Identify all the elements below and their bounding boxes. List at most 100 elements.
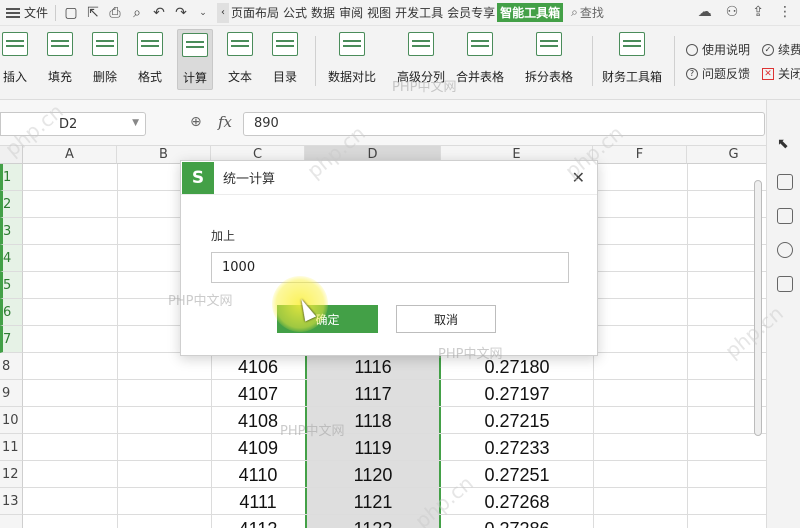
zoom-icon[interactable]: ⊕ [190,114,202,130]
cell-d[interactable]: 1116 [305,357,441,378]
renew-link[interactable]: 续费 [778,38,800,62]
filter-icon[interactable] [777,208,793,224]
split-table-icon [536,32,562,56]
grid-line [23,487,766,488]
menu-bar: 文件 ▢ ⇱ ⎙ ⌕ ↶ ↷ ⌄ ‹ 页面布局 公式 数据 审阅 视图 开发工具… [0,0,800,26]
row-header[interactable]: 1 [0,164,23,191]
merge-table-icon [467,32,493,56]
fill-button[interactable]: 填充 [47,32,73,85]
export-icon[interactable]: ⇱ [85,5,101,21]
print-preview-icon[interactable]: ⌕ [129,5,145,21]
format-icon [137,32,163,56]
cell-e[interactable]: 0.27215 [441,411,593,432]
close-icon: ✕ [762,68,775,80]
cell-c[interactable]: 4111 [211,492,305,513]
tab-smart-toolbox[interactable]: 智能工具箱 [497,3,564,22]
grid-line [23,460,766,461]
row-header[interactable]: 7 [0,326,23,353]
data-compare-icon [339,32,365,56]
cell-c[interactable]: 4107 [211,384,305,405]
text-button[interactable]: 文本 [227,32,253,85]
cell-e[interactable]: 0.27286 [441,519,593,528]
toc-icon [272,32,298,56]
watermark: PHP中文网 [280,424,345,439]
cell-d[interactable]: 1117 [305,384,441,405]
row-header[interactable]: 10 [0,407,23,434]
divider [315,36,316,86]
tab-data[interactable]: 数据 [309,4,337,21]
format-button[interactable]: 格式 [137,32,163,85]
help-icon[interactable] [777,242,793,258]
operation-label: 加上 [211,229,236,243]
redo-icon[interactable]: ↷ [173,5,189,21]
toc-button[interactable]: 目录 [272,32,298,85]
column-header-a[interactable]: A [23,146,117,164]
cell-d[interactable]: 1120 [305,465,441,486]
grid-line [117,164,118,528]
calculate-button[interactable]: 计算 [177,29,213,90]
tab-formulas[interactable]: 公式 [281,4,309,21]
row-header[interactable]: 12 [0,461,23,488]
row-header[interactable] [0,515,23,528]
value-input[interactable]: 1000 [211,252,569,283]
tab-scroll-left-icon[interactable]: ‹ [217,2,230,23]
settings-sliders-icon[interactable] [777,174,793,190]
row-header[interactable]: 3 [0,218,23,245]
finance-toolbox-button[interactable]: 财务工具箱 [602,32,662,85]
search-box[interactable]: ⌕ 查找 [571,3,631,23]
tab-page-layout[interactable]: 页面布局 [229,4,281,21]
tab-view[interactable]: 视图 [365,4,393,21]
dialog-title: 统一计算 [223,172,276,187]
more-icon[interactable]: ⋮ [778,4,792,20]
insert-button[interactable]: 插入 [2,32,28,85]
cloud-icon[interactable]: ☁ [698,4,712,20]
pointer-icon[interactable]: ⬉ [777,136,793,152]
tab-review[interactable]: 审阅 [337,4,365,21]
tab-developer[interactable]: 开发工具 [393,4,445,21]
close-link[interactable]: 关闭 [778,62,800,86]
chevron-down-icon[interactable]: ▼ [132,118,139,128]
cancel-button[interactable]: 取消 [396,305,496,333]
fx-icon[interactable]: fx [218,113,232,131]
vertical-scrollbar[interactable] [752,170,764,440]
data-compare-button[interactable]: 数据对比 [328,32,376,85]
question-icon: ? [686,68,698,80]
row-header[interactable]: 9 [0,380,23,407]
delete-button[interactable]: 删除 [92,32,118,85]
menu-icon[interactable] [6,6,20,20]
row-header[interactable]: 5 [0,272,23,299]
share-user-icon[interactable]: ⚇ [726,4,739,20]
grid-line [23,433,766,434]
backup-icon[interactable] [777,276,793,292]
split-table-button[interactable]: 拆分表格 [525,32,573,85]
cell-e[interactable]: 0.27233 [441,438,593,459]
usage-guide-link[interactable]: 使用说明 ✓ 续费 [686,38,800,62]
row-header[interactable]: 13 [0,488,23,515]
file-menu[interactable]: 文件 [24,4,48,21]
merge-tables-button[interactable]: 合并表格 [456,32,504,85]
share-icon[interactable]: ⇪ [752,4,764,20]
save-icon[interactable]: ▢ [63,5,79,21]
cell-c[interactable]: 4112 [211,519,305,528]
cell-c[interactable]: 4109 [211,438,305,459]
formula-input[interactable]: 890 [243,112,765,136]
row-header[interactable]: 2 [0,191,23,218]
row-header[interactable]: 11 [0,434,23,461]
text-icon [227,32,253,56]
row-header[interactable]: 8 [0,353,23,380]
undo-icon[interactable]: ↶ [151,5,167,21]
scrollbar-thumb[interactable] [754,180,762,436]
print-icon[interactable]: ⎙ [107,5,123,21]
grid-line [23,514,766,515]
feedback-link[interactable]: ? 问题反馈 ✕ 关闭 [686,62,800,86]
tab-member[interactable]: 会员专享 [445,4,497,21]
cell-e[interactable]: 0.27197 [441,384,593,405]
row-header[interactable]: 4 [0,245,23,272]
row-header[interactable]: 6 [0,299,23,326]
grid-line [687,164,688,528]
dropdown-icon[interactable]: ⌄ [195,5,211,21]
cell-d[interactable]: 1119 [305,438,441,459]
cell-c[interactable]: 4106 [211,357,305,378]
cell-c[interactable]: 4110 [211,465,305,486]
column-header-g[interactable]: G [687,146,766,164]
